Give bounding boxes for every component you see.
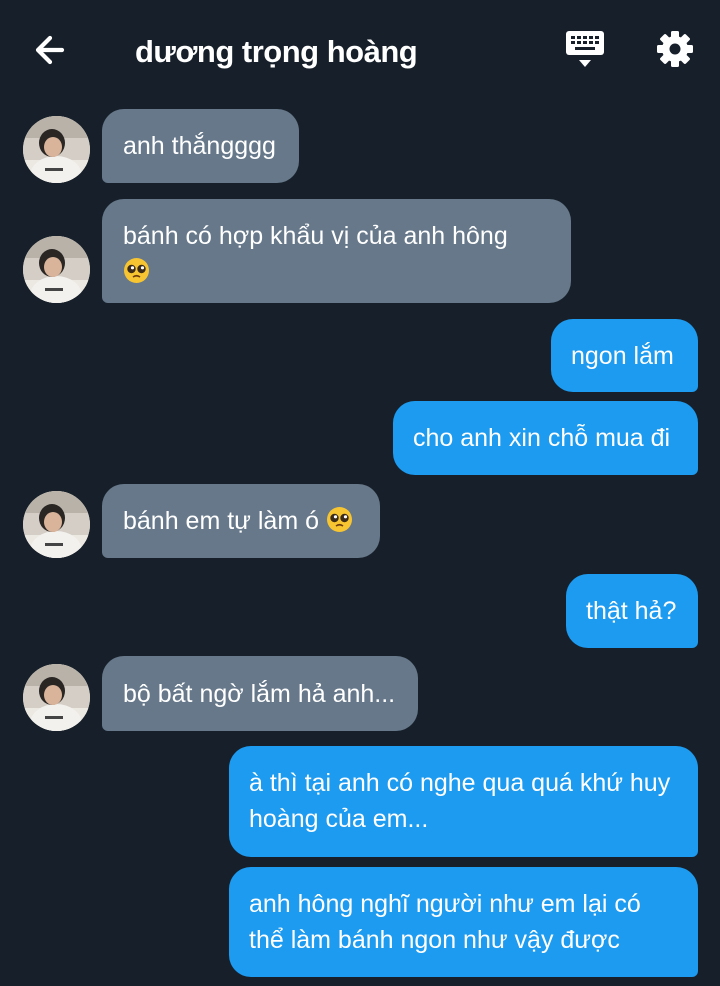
message-text: bánh có hợp khẩu vị của anh hông [123,222,508,250]
pleading-face-emoji [123,257,150,284]
message-bubble-incoming[interactable]: bánh em tự làm ó [102,484,380,558]
message-text: anh hông nghĩ người như em lại có thể là… [249,890,641,954]
keyboard-button[interactable] [563,28,609,72]
avatar[interactable] [23,116,90,183]
message-bubble-incoming[interactable]: bánh có hợp khẩu vị của anh hông [102,199,571,303]
message-bubble-outgoing[interactable]: cho anh xin chỗ mua đi [393,401,698,475]
message-bubble-outgoing[interactable]: anh hông nghĩ người như em lại có thể là… [229,867,698,977]
message-text: anh thắngggg [123,132,276,160]
keyboard-icon [566,31,604,67]
message-text: ngon lắm [571,342,674,370]
message-text: thật hả? [586,597,677,625]
message-bubble-outgoing[interactable]: à thì tại anh có nghe qua quá khứ huy ho… [229,746,698,857]
message-bubble-outgoing[interactable]: thật hả? [566,574,698,648]
chat-header: dương trọng hoàng [0,0,720,100]
message-text: à thì tại anh có nghe qua quá khứ huy ho… [249,769,671,833]
contact-name: dương trọng hoàng [135,34,418,69]
settings-button[interactable] [652,26,698,72]
avatar[interactable] [23,236,90,303]
pleading-face-emoji [326,506,353,533]
message-text: bộ bất ngờ lắm hả anh... [123,680,396,708]
avatar[interactable] [23,491,90,558]
back-button[interactable] [30,28,74,72]
message-text: bánh em tự làm ó [123,507,319,535]
message-text: cho anh xin chỗ mua đi [413,424,671,452]
message-bubble-outgoing[interactable]: ngon lắm [551,319,698,392]
gear-icon [657,31,693,67]
message-bubble-incoming[interactable]: bộ bất ngờ lắm hả anh... [102,656,418,731]
message-bubble-incoming[interactable]: anh thắngggg [102,109,299,183]
arrow-left-icon [35,35,65,65]
avatar[interactable] [23,664,90,731]
